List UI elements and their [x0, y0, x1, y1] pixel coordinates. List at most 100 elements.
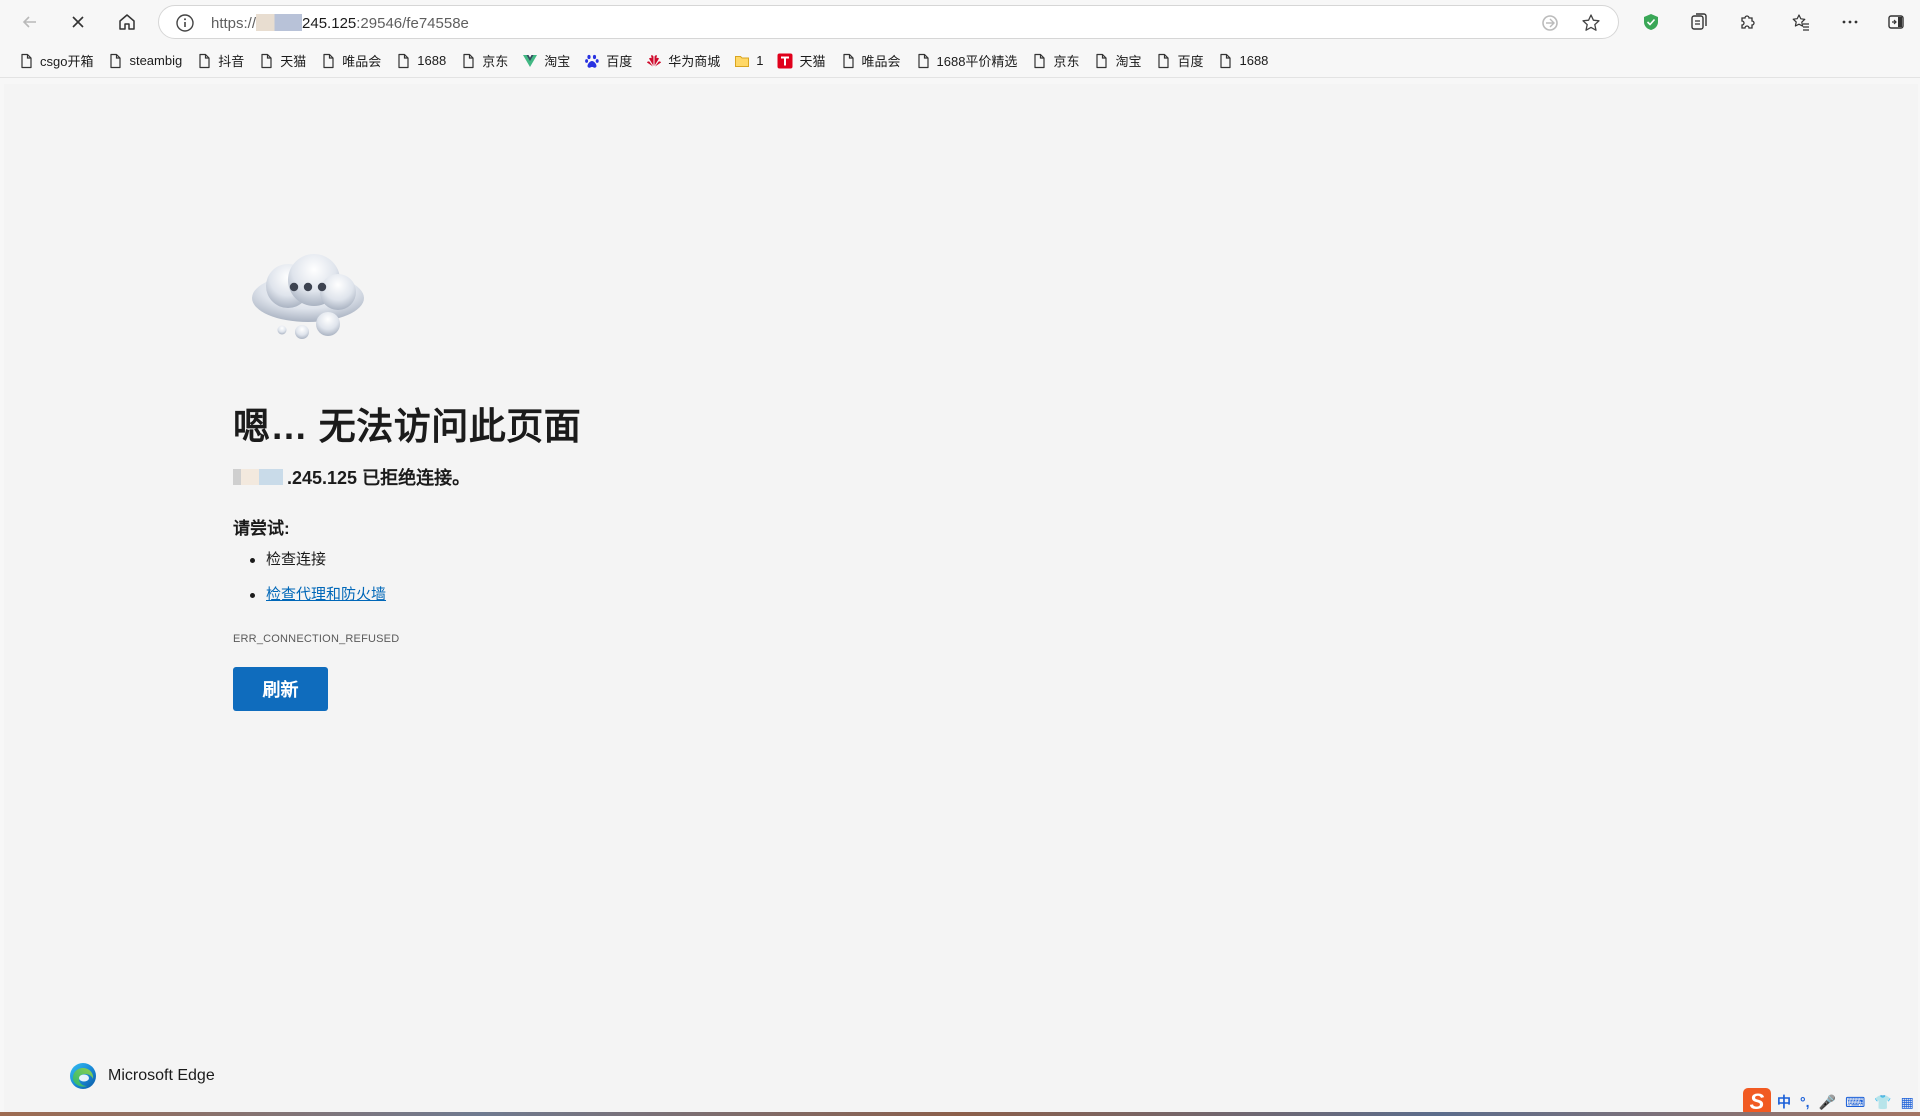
bookmark-label: 1: [756, 53, 764, 68]
more-dots-icon: [1842, 20, 1858, 24]
bookmark-label: 百度: [1177, 54, 1204, 69]
bookmark-label: 抖音: [218, 54, 245, 69]
bookmark-item[interactable]: 1688平价精选: [909, 47, 1024, 75]
stop-loading-button[interactable]: [61, 6, 95, 38]
page-headline: 嗯… 无法访问此页面: [233, 406, 582, 447]
folder-icon: [734, 53, 750, 69]
home-icon: [119, 14, 135, 30]
page-icon: [840, 53, 856, 69]
bookmark-item[interactable]: 京东: [1025, 47, 1085, 75]
bookmark-label: 天猫: [799, 54, 826, 69]
vue-logo-icon: [522, 53, 538, 69]
bookmark-label: 京东: [482, 54, 509, 69]
page-icon: [460, 53, 476, 69]
bookmark-label: 1688: [1239, 53, 1269, 68]
reading-mode-icon[interactable]: [1540, 13, 1560, 33]
page-icon: [1031, 53, 1047, 69]
url-path: :29546/fe74558e: [356, 15, 469, 32]
tip-check-connection-text: 检查连接: [266, 551, 327, 568]
page-icon: [1093, 53, 1109, 69]
info-icon[interactable]: [175, 13, 195, 33]
bookmark-item[interactable]: 天猫: [771, 47, 831, 75]
extensions-button[interactable]: [1731, 6, 1765, 38]
bookmark-item[interactable]: 天猫: [252, 47, 312, 75]
back-arrow-icon: [22, 16, 36, 28]
baidu-paw-icon: [584, 53, 600, 69]
home-button[interactable]: [110, 6, 144, 38]
page-icon: [196, 53, 212, 69]
page-icon: [320, 53, 336, 69]
microphone-icon[interactable]: 🎤: [1819, 1094, 1836, 1111]
refresh-button[interactable]: 刷新: [233, 667, 328, 711]
favorites-list-icon: [1792, 14, 1809, 31]
bookmark-item[interactable]: 华为商城: [640, 47, 726, 75]
error-code: ERR_CONNECTION_REFUSED: [233, 633, 400, 645]
url-protocol: https://: [211, 15, 257, 32]
ime-punctuation-toggle[interactable]: °,: [1800, 1094, 1810, 1110]
bookmark-item[interactable]: 淘宝: [1087, 47, 1147, 75]
page-icon: [107, 53, 123, 69]
bookmark-item[interactable]: 唯品会: [314, 47, 387, 75]
bookmark-label: 百度: [606, 54, 633, 69]
bookmark-item[interactable]: 淘宝: [516, 47, 576, 75]
bookmark-label: steambig: [129, 53, 183, 68]
page-icon: [395, 53, 411, 69]
bookmark-label: 京东: [1053, 54, 1080, 69]
bookmark-label: 华为商城: [668, 54, 721, 69]
bookmark-label: csgo开箱: [40, 54, 94, 69]
bookmark-item[interactable]: 百度: [1149, 47, 1209, 75]
sidebar-icon: [1888, 15, 1904, 29]
browser-toolbar: https:// 245.125:29546/fe74558e: [0, 0, 1920, 44]
bookmark-item[interactable]: 百度: [578, 47, 638, 75]
bookmarks-bar: csgo开箱 steambig 抖音 天猫 唯品会 1688 京东 淘宝 百度 华为商城 1 天猫 唯品…: [0, 44, 1920, 78]
tips-list: 检查连接 检查代理和防火墙: [233, 550, 386, 620]
close-icon: [72, 16, 84, 28]
extension-shield-button[interactable]: [1634, 6, 1668, 38]
bookmark-label: 天猫: [280, 54, 307, 69]
keyboard-icon[interactable]: ⌨: [1845, 1094, 1865, 1111]
skin-icon[interactable]: 👕: [1874, 1094, 1891, 1111]
page-icon: [258, 53, 274, 69]
toolbox-grid-icon[interactable]: ▦: [1901, 1094, 1914, 1111]
error-page: 嗯… 无法访问此页面 .245.125 已拒绝连接。 请尝试: 检查连接 检查代…: [4, 84, 1918, 1112]
redacted-host-mask: [233, 469, 283, 485]
tip-check-connection: 检查连接: [233, 550, 386, 585]
page-icon: [915, 53, 931, 69]
check-proxy-firewall-link[interactable]: 检查代理和防火墙: [266, 586, 386, 603]
favorite-star-icon[interactable]: [1580, 12, 1602, 34]
bookmark-label: 淘宝: [544, 54, 571, 69]
page-icon: [1155, 53, 1171, 69]
bookmark-item[interactable]: 1688: [1211, 47, 1274, 75]
edge-branding: Microsoft Edge: [69, 1062, 215, 1090]
brand-name: Microsoft Edge: [108, 1067, 215, 1084]
huawei-icon: [646, 53, 662, 69]
bookmark-item[interactable]: 1688: [389, 47, 452, 75]
tmall-icon: [777, 53, 793, 69]
sidebar-toggle-button[interactable]: [1879, 6, 1913, 38]
bookmark-label: 唯品会: [342, 54, 382, 69]
bookmark-label: 1688平价精选: [936, 54, 1018, 69]
refused-text: .245.125 已拒绝连接。: [287, 468, 471, 488]
bookmark-item[interactable]: 京东: [454, 47, 514, 75]
back-button[interactable]: [13, 6, 47, 38]
url-text[interactable]: https:// 245.125:29546/fe74558e: [211, 14, 469, 32]
collections-icon: [1691, 13, 1707, 30]
bookmark-item[interactable]: 抖音: [190, 47, 250, 75]
address-bar[interactable]: https:// 245.125:29546/fe74558e: [158, 5, 1619, 39]
shield-icon: [1644, 14, 1658, 30]
collections-button[interactable]: [1682, 6, 1716, 38]
puzzle-icon: [1741, 15, 1755, 29]
favorites-button[interactable]: [1784, 6, 1818, 38]
bookmark-item[interactable]: 1: [728, 47, 769, 75]
taskbar-edge-strip: [0, 1112, 1920, 1116]
page-icon: [18, 53, 34, 69]
bookmark-item[interactable]: csgo开箱: [12, 47, 99, 75]
more-menu-button[interactable]: [1833, 6, 1867, 38]
ime-lang-toggle[interactable]: 中: [1777, 1092, 1791, 1112]
bookmark-item[interactable]: steambig: [101, 47, 188, 75]
bookmark-label: 唯品会: [861, 54, 901, 69]
bookmark-label: 淘宝: [1115, 54, 1142, 69]
page-icon: [1217, 53, 1233, 69]
refused-message: .245.125 已拒绝连接。: [233, 464, 470, 490]
bookmark-item[interactable]: 唯品会: [834, 47, 907, 75]
